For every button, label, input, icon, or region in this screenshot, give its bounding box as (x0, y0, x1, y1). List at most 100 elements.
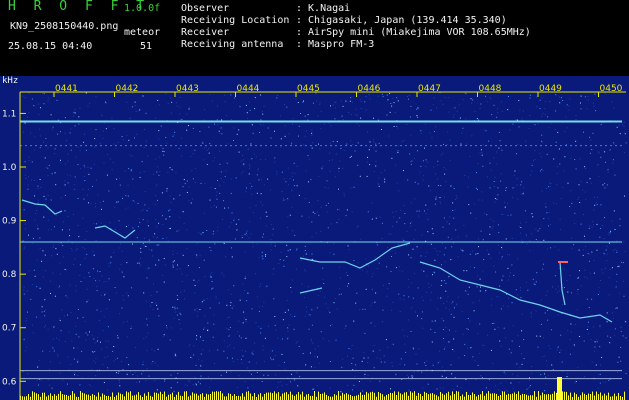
noise-dot (116, 292, 117, 294)
level-bar (516, 393, 517, 400)
noise-dot (416, 210, 418, 212)
noise-dot (507, 267, 509, 269)
noise-dot (108, 265, 110, 267)
noise-dot (478, 199, 480, 201)
noise-dot (203, 328, 205, 330)
noise-dot (74, 258, 76, 260)
noise-dot (420, 130, 422, 132)
noise-dot (206, 163, 208, 165)
noise-dot (291, 142, 293, 144)
level-bar (338, 391, 339, 400)
noise-dot (115, 148, 117, 150)
noise-dot (412, 375, 414, 377)
noise-dot (594, 341, 596, 343)
noise-dot (287, 309, 289, 311)
noise-dot (449, 139, 451, 141)
level-bar (224, 396, 225, 400)
noise-dot (118, 382, 120, 383)
noise-dot (43, 93, 45, 95)
noise-dot (476, 172, 477, 174)
noise-dot (77, 347, 79, 349)
noise-dot (504, 373, 506, 375)
noise-dot (245, 104, 247, 106)
level-bar (500, 395, 501, 400)
noise-dot (71, 250, 73, 252)
noise-dot (70, 363, 72, 365)
level-bar (370, 392, 371, 400)
noise-dot (90, 203, 92, 205)
noise-dot (207, 322, 209, 324)
noise-dot (555, 288, 557, 290)
noise-dot (218, 130, 220, 132)
noise-dot (371, 202, 373, 204)
noise-dot (340, 391, 342, 393)
antenna-label: Receiving antenna (181, 39, 284, 50)
noise-dot (193, 279, 195, 281)
noise-dot (476, 286, 478, 288)
noise-dot (577, 289, 579, 290)
level-bar (254, 393, 255, 400)
noise-dot (548, 186, 550, 188)
level-bar (482, 391, 483, 400)
noise-dot (539, 108, 541, 110)
noise-dot (142, 95, 144, 97)
noise-dot (296, 185, 298, 187)
noise-dot (477, 253, 479, 254)
noise-dot (391, 105, 393, 107)
noise-dot (123, 321, 124, 323)
noise-dot (44, 157, 46, 159)
noise-dot (82, 188, 84, 190)
level-bar (214, 391, 215, 400)
noise-dot (418, 108, 419, 110)
noise-dot (430, 292, 432, 293)
noise-dot (27, 184, 29, 186)
level-bar (484, 395, 485, 400)
level-bar (352, 396, 353, 400)
noise-dot (173, 134, 175, 136)
noise-dot (437, 254, 439, 256)
noise-dot (309, 314, 311, 316)
noise-dot (219, 150, 221, 152)
noise-dot (289, 178, 291, 180)
noise-dot (144, 237, 145, 239)
noise-dot (78, 236, 80, 238)
noise-dot (534, 284, 536, 285)
level-bar (200, 394, 201, 400)
noise-dot (92, 251, 94, 252)
noise-dot (521, 313, 523, 315)
noise-dot (88, 202, 89, 204)
noise-dot (175, 102, 177, 104)
y-tick-label: 0.8 (2, 270, 17, 280)
noise-dot (266, 215, 268, 217)
noise-dot (143, 171, 145, 172)
noise-dot (520, 222, 522, 224)
noise-dot (500, 101, 502, 103)
noise-dot (467, 293, 469, 295)
noise-dot (23, 286, 25, 288)
noise-dot (286, 106, 288, 108)
noise-dot (455, 195, 457, 197)
noise-dot (434, 259, 436, 261)
noise-dot (245, 337, 247, 339)
noise-dot (90, 385, 92, 387)
noise-dot (619, 292, 621, 294)
noise-dot (83, 175, 85, 177)
noise-dot (491, 323, 493, 324)
noise-dot (265, 225, 267, 227)
noise-dot (500, 180, 502, 182)
noise-dot (308, 286, 309, 288)
noise-dot (246, 112, 248, 114)
noise-dot (79, 167, 81, 169)
noise-dot (27, 311, 28, 313)
noise-dot (426, 251, 428, 253)
noise-dot (378, 262, 380, 264)
noise-dot (498, 147, 500, 149)
noise-dot (594, 204, 596, 206)
noise-dot (510, 214, 512, 216)
noise-dot (397, 152, 399, 153)
noise-dot (295, 98, 297, 100)
noise-dot (293, 179, 294, 181)
noise-dot (40, 379, 42, 381)
noise-dot (58, 287, 60, 289)
noise-dot (157, 166, 159, 168)
